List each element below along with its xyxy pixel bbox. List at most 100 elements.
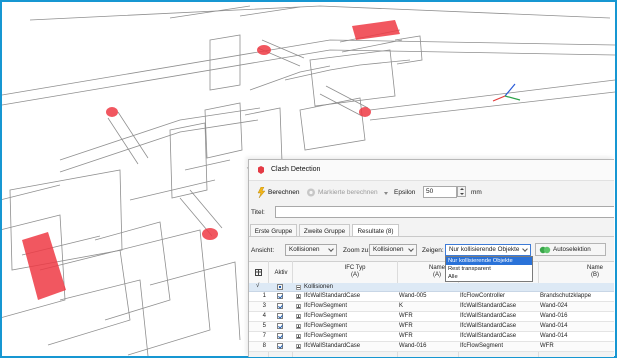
row-expand-icon[interactable] [296,324,301,329]
show-select-value: Nur kollisierende Objekte [449,246,520,253]
indeterminate-mark [279,286,281,288]
calculate-button[interactable]: Berechnen [268,189,299,196]
row-type-b: IfcWallStandardCase [460,313,517,319]
row-name-a: WFR [399,313,413,319]
header-ifc-type-a[interactable]: IFC Typ (A) [293,265,417,279]
group-active-checkbox[interactable] [277,284,283,290]
calculate-marked-button[interactable]: Markierte berechnen [318,189,378,196]
header-ifc-type-a-title: IFC Typ [344,265,366,271]
chevron-down-icon [328,246,334,252]
table-row[interactable]: 4 IfcFlowSegment WFR IfcWallStandardCase… [249,312,614,322]
show-label: Zeigen: [422,247,444,254]
tab-divider [249,236,614,237]
row-active-checkbox[interactable] [277,343,283,349]
panel-titlebar: Clash Detection [249,160,614,181]
row-expand-icon[interactable] [296,334,301,339]
show-select[interactable]: Nur kollisierende Objekte [445,244,531,256]
epsilon-label: Epsilon [394,189,416,196]
row-expand-icon[interactable] [296,294,301,299]
zoom-select[interactable]: Kollisionen [369,244,417,256]
table-row[interactable]: 1 IfcWallStandardCase Wand-005 IfcFlowCo… [249,292,614,302]
row-name-a: WFR [399,333,413,339]
row-name-b: WFR [540,343,554,349]
collision-marker [106,107,118,117]
table-menu-icon[interactable] [255,269,262,276]
row-expand-icon[interactable] [296,314,301,319]
row-name-b: Wand-024 [540,303,568,309]
row-number: 1 [262,293,266,299]
clash-detection-icon [258,166,264,174]
collision-marker [202,228,218,240]
zoom-label: Zoom zu: [343,247,371,254]
row-number: 4 [262,313,266,319]
auto-select-label: Autoselektion [553,246,591,253]
row-type-b: IfcFlowController [460,293,506,299]
row-name-b: Wand-016 [540,313,568,319]
calculate-icon[interactable] [256,187,266,198]
row-type-b: IfcWallStandardCase [460,303,517,309]
chevron-down-icon [408,246,414,252]
row-type-a: IfcFlowSegment [304,313,348,319]
row-type-b: IfcFlowSegment [460,343,504,349]
show-option[interactable]: Alle [446,273,532,281]
row-active-checkbox[interactable] [277,293,283,299]
show-option[interactable]: Nur kollisierende Objekte [446,257,532,265]
header-name-b-title: Name [586,265,603,271]
row-name-b: Brandschutzklappe [540,293,592,299]
table-row[interactable]: 7 IfcFlowSegment WFR IfcWallStandardCase… [249,332,614,342]
auto-select-button[interactable]: Autoselektion [535,243,606,256]
row-active-checkbox[interactable] [277,323,283,329]
row-name-b: Wand-014 [540,323,568,329]
clash-detection-panel: Clash Detection Berechnen Markierte bere… [248,159,614,357]
row-name-a: Wand-005 [399,293,427,299]
row-active-checkbox[interactable] [277,333,283,339]
row-number: 7 [262,333,266,339]
row-type-b: IfcWallStandardCase [460,333,517,339]
epsilon-spinner[interactable] [457,186,466,197]
title-input[interactable] [275,206,614,218]
title-field-label: Titel: [251,209,265,216]
view-select[interactable]: Kollisionen [285,244,337,256]
row-number: 8 [262,343,266,349]
collision-marker [359,107,371,117]
panel-toolbar: Berechnen Markierte berechnen Epsilon 50… [249,181,614,205]
calculate-marked-dropdown-arrow[interactable] [384,192,388,195]
calculate-marked-icon[interactable] [306,187,316,198]
row-name-a: K [399,303,404,309]
row-number: 3 [262,303,266,309]
table-row[interactable]: 3 IfcFlowSegment K IfcWallStandardCase W… [249,302,614,312]
row-expand-icon[interactable] [296,344,301,349]
zoom-select-value: Kollisionen [373,246,404,253]
row-type-a: IfcWallStandardCase [304,293,361,299]
panel-title: Clash Detection [271,166,321,173]
group-row-collisions[interactable]: √ Kollisionen [249,283,614,292]
header-active[interactable]: Aktiv [271,270,291,277]
auto-select-icon [539,246,551,254]
epsilon-input[interactable]: 50 [423,186,457,198]
header-name-b[interactable]: Name (B) [577,265,613,279]
view-label: Ansicht: [251,247,275,254]
row-number: 5 [262,323,266,329]
header-name-a-sub: (A) [433,272,441,278]
row-type-b: IfcWallStandardCase [460,323,517,329]
header-name-b-sub: (B) [591,272,599,278]
show-option[interactable]: Rest transparent [446,265,532,273]
header-name-a-title: Name [428,265,445,271]
row-active-checkbox[interactable] [277,303,283,309]
results-table-header: Aktiv IFC Typ (A) Name (A) Name (B) [249,261,614,285]
table-row[interactable]: 8 IfcWallStandardCase Wand-016 IfcFlowSe… [249,342,614,352]
row-type-a: IfcFlowSegment [304,323,348,329]
table-row[interactable]: 5 IfcFlowSegment WFR IfcWallStandardCase… [249,322,614,332]
row-type-a: IfcWallStandardCase [304,343,361,349]
row-expand-icon[interactable] [296,304,301,309]
collision-marker [257,45,271,55]
row-name-a: Wand-016 [399,343,427,349]
group-collapse-icon[interactable] [296,284,301,290]
row-name-b: Wand-014 [540,333,568,339]
group-label: Kollisionen [304,283,334,290]
row-type-a: IfcFlowSegment [304,333,348,339]
row-type-a: IfcFlowSegment [304,303,348,309]
header-ifc-type-a-sub: (A) [351,272,359,278]
view-select-value: Kollisionen [289,246,320,253]
row-active-checkbox[interactable] [277,313,283,319]
